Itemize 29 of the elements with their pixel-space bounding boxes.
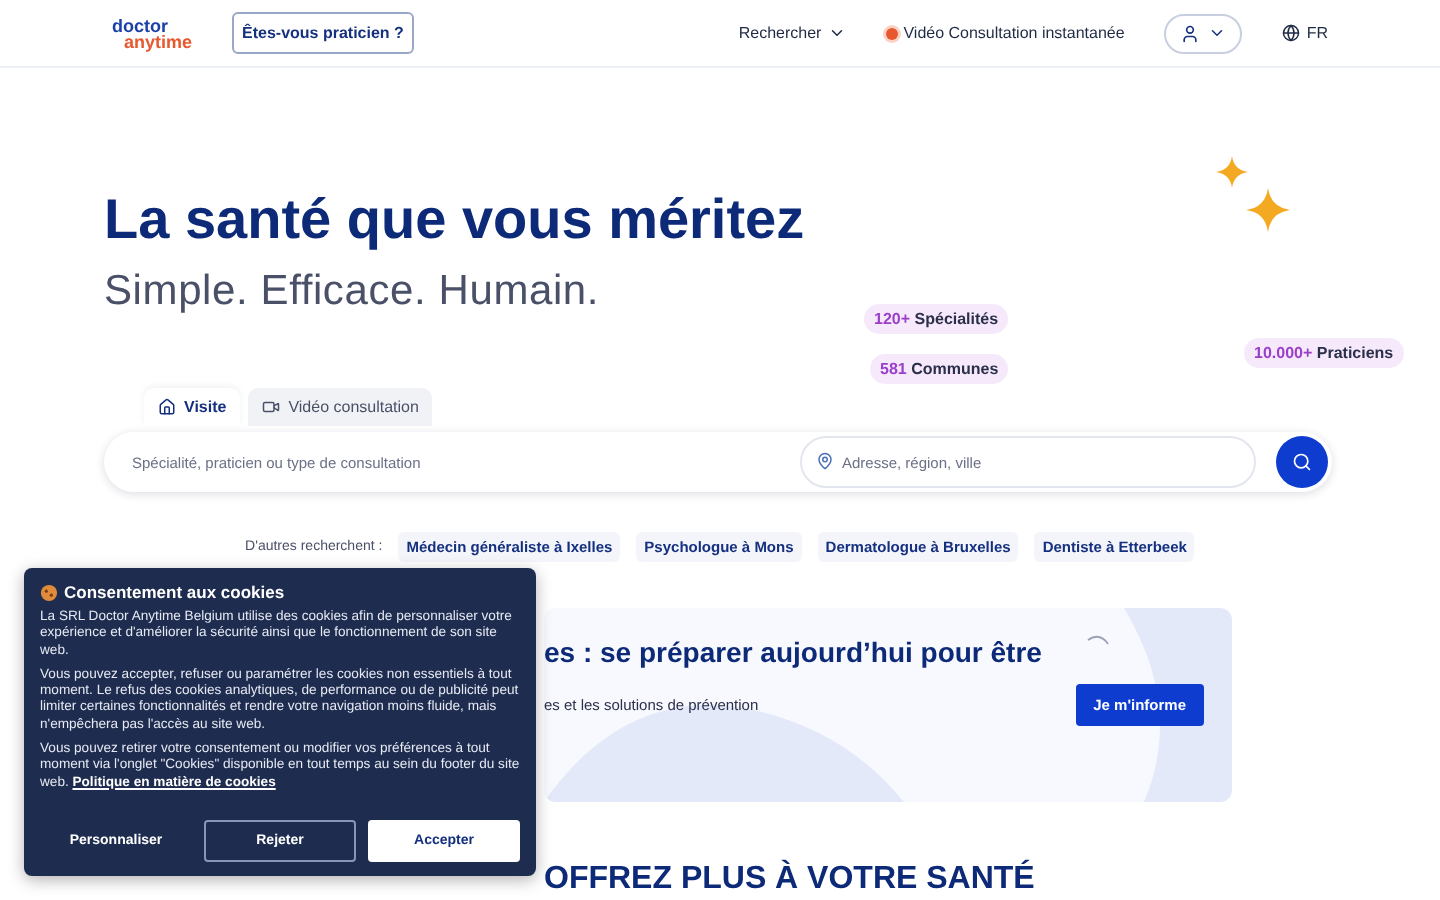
video-camera-icon: [262, 398, 281, 416]
stat-badge: 10.000+ Praticiens: [1244, 338, 1404, 368]
globe-icon: [1282, 24, 1301, 42]
search-tab[interactable]: Visite: [144, 388, 241, 426]
language-selector[interactable]: FR: [1282, 24, 1328, 42]
video-consultation-link[interactable]: Vidéo Consultation instantanée: [885, 24, 1125, 42]
hero-title: La santé que vous méritez: [104, 188, 805, 252]
cookie-title: Consentement aux cookies: [40, 582, 520, 602]
cookie-icon: [40, 583, 58, 601]
home-icon: [158, 398, 176, 416]
search-menu[interactable]: Rechercher: [738, 24, 846, 42]
stat-badge: 581 Communes: [870, 354, 1009, 384]
search-tab[interactable]: Vidéo consultation: [248, 388, 433, 426]
sparkle-icon: [1246, 188, 1290, 232]
stat-badge: 120+ Spécialités: [864, 304, 1009, 334]
search-icon: [1292, 452, 1312, 472]
map-pin-icon: [816, 452, 834, 470]
section-heading: OFFREZ PLUS À VOTRE SANTÉ: [544, 862, 1035, 898]
swoosh-icon: [1087, 635, 1109, 645]
hero-subtitle: Simple. Efficace. Humain.: [104, 268, 602, 316]
logo[interactable]: doctor anytime: [112, 17, 193, 49]
account-button[interactable]: [1164, 13, 1243, 53]
chevron-down-icon: [827, 24, 846, 42]
sparkle-icon: [1216, 156, 1248, 188]
practitioner-button[interactable]: Êtes-vous praticien ?: [232, 12, 414, 54]
promo-title: es : se préparer aujourd’hui pour être: [544, 636, 1042, 668]
chevron-down-icon: [1208, 24, 1227, 42]
user-icon: [1180, 23, 1201, 43]
search-button[interactable]: [1276, 436, 1328, 488]
